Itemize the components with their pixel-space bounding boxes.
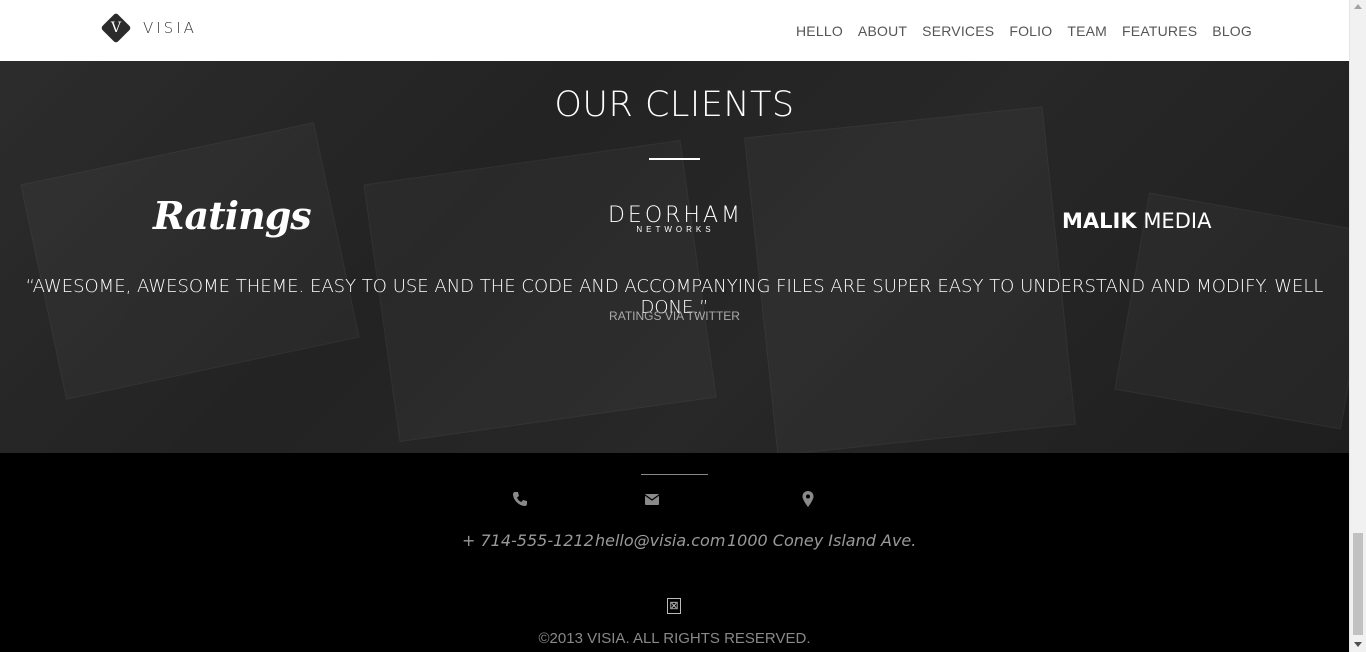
nav-team[interactable]: TEAM bbox=[1067, 23, 1107, 39]
contact-address: 1000 Coney Island Ave. bbox=[727, 489, 917, 550]
scroll-down-arrow-icon[interactable] bbox=[1354, 642, 1362, 647]
client-logo-ratings: Ratings bbox=[153, 193, 312, 238]
client-logo-malik-media: MALIK MEDIA bbox=[1062, 209, 1211, 233]
map-marker-icon bbox=[802, 491, 814, 507]
phone-icon bbox=[512, 492, 527, 506]
phone-number[interactable]: + 714-555-1212 bbox=[462, 531, 594, 550]
section-title: OUR CLIENTS bbox=[554, 85, 795, 125]
media-wordmark: MEDIA bbox=[1143, 209, 1212, 233]
scrollbar-thumb[interactable] bbox=[1353, 533, 1363, 635]
main-nav: HELLO ABOUT SERVICES FOLIO TEAM FEATURES… bbox=[781, 0, 1252, 61]
client-logo-deorham: DEORHAM NETWORKS bbox=[603, 203, 748, 234]
nav-about[interactable]: ABOUT bbox=[858, 23, 907, 39]
nav-features[interactable]: FEATURES bbox=[1122, 23, 1197, 39]
contact-email: hello@visia.com bbox=[595, 489, 725, 550]
malik-wordmark: MALIK bbox=[1062, 209, 1137, 233]
nav-services[interactable]: SERVICES bbox=[922, 23, 994, 39]
nav-blog[interactable]: BLOG bbox=[1212, 23, 1252, 39]
envelope-icon bbox=[644, 494, 660, 505]
contact-phone: + 714-555-1212 bbox=[462, 489, 594, 550]
logo-diamond-icon: V bbox=[100, 12, 132, 44]
nav-hello[interactable]: HELLO bbox=[796, 23, 843, 39]
testimonial-source: RATINGS VIA TWITTER bbox=[609, 309, 740, 323]
site-footer: + 714-555-1212 hello@visia.com 1000 Cone… bbox=[0, 453, 1349, 652]
scroll-up-arrow-icon[interactable] bbox=[1354, 4, 1362, 9]
brand-logo[interactable]: V VISIA bbox=[100, 12, 197, 44]
brand-name: VISIA bbox=[143, 19, 197, 37]
email-address[interactable]: hello@visia.com bbox=[595, 531, 725, 550]
social-icon[interactable]: ⊠ bbox=[667, 598, 681, 614]
nav-folio[interactable]: FOLIO bbox=[1009, 23, 1052, 39]
footer-divider bbox=[641, 474, 708, 475]
vertical-scrollbar[interactable] bbox=[1349, 0, 1366, 652]
street-address: 1000 Coney Island Ave. bbox=[727, 531, 917, 550]
title-divider bbox=[649, 158, 700, 160]
clients-section: OUR CLIENTS Ratings DEORHAM NETWORKS MAL… bbox=[0, 61, 1349, 453]
site-header: V VISIA HELLO ABOUT SERVICES FOLIO TEAM … bbox=[0, 0, 1349, 61]
copyright: ©2013 VISIA. ALL RIGHTS RESERVED. bbox=[538, 630, 811, 647]
